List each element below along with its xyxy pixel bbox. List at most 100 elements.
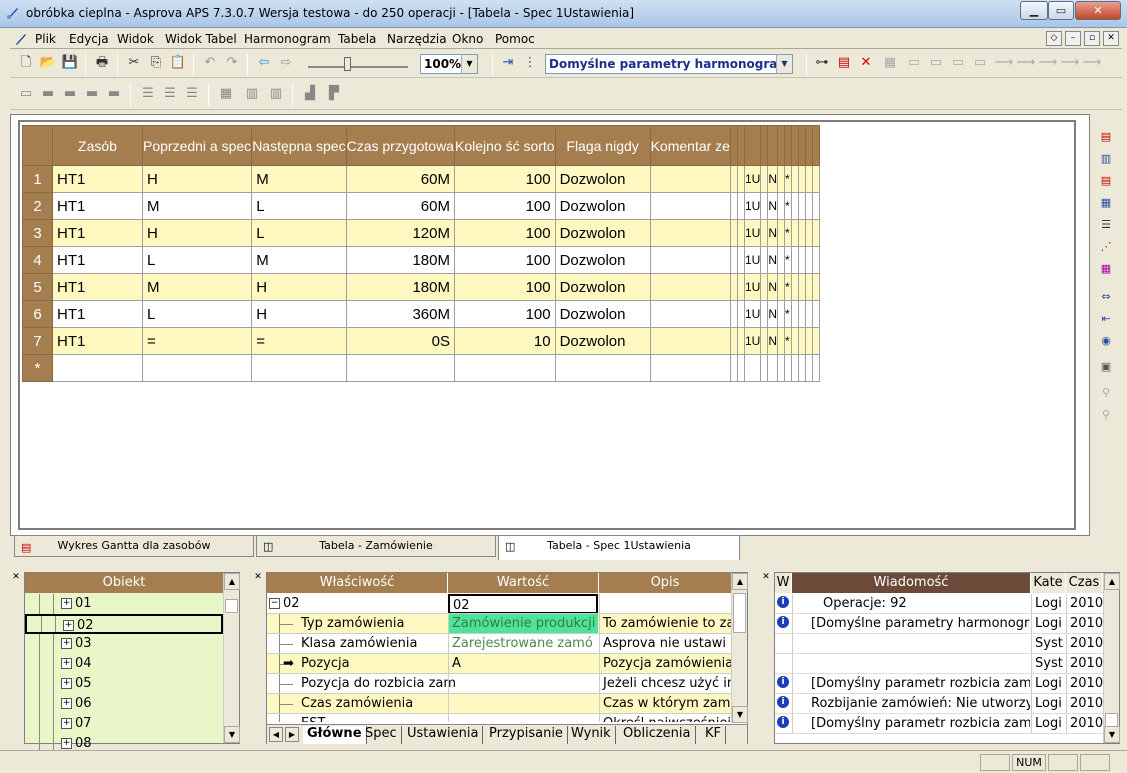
table-cell[interactable]	[797, 246, 806, 274]
scroll-down-icon[interactable]: ▼	[732, 706, 748, 723]
table-cell[interactable]	[649, 219, 731, 247]
table-cell[interactable]	[790, 165, 799, 193]
layout-4-icon[interactable]: ▬	[82, 84, 102, 104]
message-row[interactable]: Syst 2010	[775, 654, 1103, 674]
table-row[interactable]: 2 HT1 M L 60M 100 Dozwolon 1U N *	[22, 192, 820, 220]
minimize-button[interactable]: ▁	[1020, 1, 1048, 20]
save-icon[interactable]: 💾	[60, 53, 80, 73]
table-row[interactable]: 1 HT1 H M 60M 100 Dozwolon 1U N *	[22, 165, 820, 193]
table-cell[interactable]: Dozwolon	[554, 273, 651, 301]
schedule-params-icon[interactable]: ⋮	[520, 53, 540, 73]
table-cell[interactable]: 180M	[345, 273, 455, 301]
table-cell[interactable]	[760, 165, 769, 193]
row-number[interactable]: 5	[22, 273, 53, 301]
property-value[interactable]	[448, 714, 598, 722]
table-cell[interactable]: H	[251, 300, 347, 328]
mdi-restore-button[interactable]: ▫	[1084, 31, 1100, 46]
arrow-5-icon[interactable]: ⟿	[1082, 53, 1102, 73]
gantt-order-icon[interactable]: ▥	[1095, 148, 1117, 170]
layout-11-icon[interactable]: ▥	[266, 84, 286, 104]
table-cell[interactable]: 1U	[743, 219, 762, 247]
table-cell[interactable]	[811, 273, 820, 301]
table-cell[interactable]	[776, 300, 785, 328]
message-row[interactable]: i Operacje: 92 Logi 2010	[775, 594, 1103, 614]
table-cell[interactable]: N	[767, 192, 778, 220]
table-row[interactable]: 7 HT1 = = 0S 10 Dozwolon 1U N *	[22, 327, 820, 355]
property-value[interactable]: Zamówienie produkcji	[448, 614, 598, 633]
property-row[interactable]: ➡ Pozycja A Pozycja zamówienia.	[267, 654, 731, 674]
table-cell[interactable]	[776, 246, 785, 274]
step-3-icon[interactable]: ▭	[948, 53, 968, 73]
table-cell[interactable]: 360M	[345, 300, 455, 328]
table-cell[interactable]	[767, 354, 778, 382]
grid-color-icon[interactable]: ▦	[1095, 258, 1117, 280]
table-cell[interactable]	[797, 354, 806, 382]
table-cell[interactable]	[790, 246, 799, 274]
table-cell[interactable]	[811, 192, 820, 220]
schedule-param-combo[interactable]: Domyślne parametry harmonogramu ▼	[545, 54, 793, 74]
table-cell[interactable]	[141, 354, 253, 382]
table-cell[interactable]	[776, 273, 785, 301]
expand-icon[interactable]: +	[61, 698, 72, 709]
table-cell[interactable]	[804, 300, 813, 328]
message-row[interactable]: Syst 2010	[775, 634, 1103, 654]
property-row[interactable]: Klasa zamówienia Zarejestrowane zamó Aspro…	[267, 634, 731, 654]
table-cell[interactable]	[649, 273, 731, 301]
property-row[interactable]: Typ zamówienia Zamówienie produkcji To zam…	[267, 614, 731, 634]
table-cell[interactable]: *	[783, 246, 792, 274]
table-cell[interactable]	[649, 165, 731, 193]
table-cell[interactable]: HT1	[52, 327, 143, 355]
table-cell[interactable]: H	[251, 273, 347, 301]
table-cell[interactable]: 1U	[743, 246, 762, 274]
table-cell[interactable]: Dozwolon	[554, 219, 651, 247]
table-cell[interactable]	[251, 354, 347, 382]
row-number[interactable]: 4	[22, 246, 53, 274]
table-cell[interactable]: *	[783, 273, 792, 301]
new-row-marker[interactable]: *	[22, 354, 53, 382]
table-cell[interactable]	[776, 354, 785, 382]
schedule-run-icon[interactable]: ⇥	[498, 53, 518, 73]
mdi-help-icon[interactable]: ◇	[1046, 31, 1062, 46]
col-header[interactable]: Czas przygotowa	[345, 125, 455, 166]
table-cell[interactable]	[760, 192, 769, 220]
scroll-down-icon[interactable]: ▼	[224, 726, 240, 743]
table-cell[interactable]	[797, 192, 806, 220]
col-header-extra[interactable]	[804, 125, 813, 166]
gantt-multi-icon[interactable]: ▦	[1095, 192, 1117, 214]
props-tab[interactable]: Przypisanie	[485, 726, 568, 744]
table-row[interactable]: 5 HT1 M H 180M 100 Dozwolon 1U N *	[22, 273, 820, 301]
delete-icon[interactable]: ✕	[856, 53, 876, 73]
table-cell[interactable]: L	[141, 300, 253, 328]
table-cell[interactable]	[811, 246, 820, 274]
table-cell[interactable]	[729, 165, 738, 193]
table-cell[interactable]	[776, 219, 785, 247]
cut-icon[interactable]: ✂	[124, 53, 144, 73]
tree-item[interactable]: +07	[25, 714, 223, 734]
table-cell[interactable]	[811, 300, 820, 328]
table-cell[interactable]	[729, 246, 738, 274]
col-header-extra[interactable]	[790, 125, 799, 166]
property-row[interactable]: EST Określ najwcześniejsz	[267, 714, 731, 722]
arrow-3-icon[interactable]: ⟿	[1038, 53, 1058, 73]
pane-close-icon[interactable]: ✕	[10, 572, 22, 582]
tree-item[interactable]: +04	[25, 654, 223, 674]
table-cell[interactable]	[790, 327, 799, 355]
scroll-up-icon[interactable]: ▲	[1104, 573, 1120, 590]
table-cell[interactable]: *	[783, 219, 792, 247]
menu-tabela[interactable]: Tabela	[338, 32, 376, 46]
table-cell[interactable]	[811, 354, 820, 382]
table-cell[interactable]	[760, 273, 769, 301]
table-cell[interactable]	[729, 354, 738, 382]
scroll-up-icon[interactable]: ▲	[224, 573, 240, 590]
table-cell[interactable]: HT1	[52, 219, 143, 247]
col-header-extra[interactable]	[776, 125, 785, 166]
table-cell[interactable]	[729, 327, 738, 355]
tab-spec-setup[interactable]: ◫ Tabela - Spec 1Ustawienia	[498, 535, 740, 560]
expand-icon[interactable]: +	[61, 658, 72, 669]
table-cell[interactable]: HT1	[52, 273, 143, 301]
table-cell[interactable]: M	[141, 273, 253, 301]
grid-1-icon[interactable]: ▦	[880, 53, 900, 73]
table-cell[interactable]: =	[251, 327, 347, 355]
props-tab[interactable]: Ustawienia	[403, 726, 484, 744]
table-cell[interactable]: Dozwolon	[554, 192, 651, 220]
